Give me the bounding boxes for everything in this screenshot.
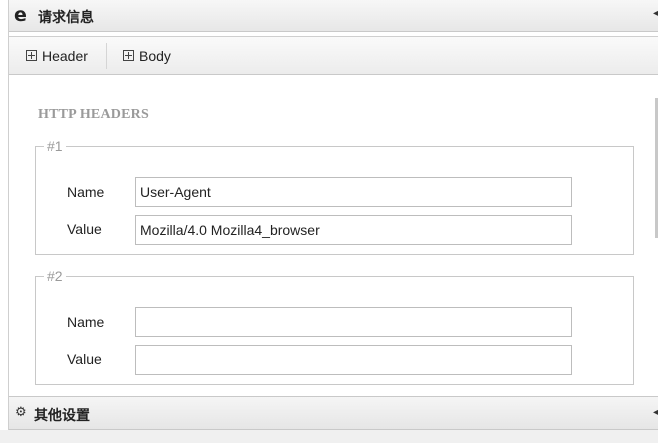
name-label: Name bbox=[67, 314, 105, 330]
header-1-name-input[interactable] bbox=[135, 177, 572, 207]
request-settings-window: e 请求信息 ◂ Header Body HTTP HEADERS #1 Nam… bbox=[0, 0, 658, 443]
tab-header[interactable]: Header bbox=[26, 46, 88, 66]
collapse-arrow-icon[interactable]: ◂ bbox=[653, 407, 658, 418]
tab-header-label: Header bbox=[42, 48, 88, 64]
headers-content: HTTP HEADERS #1 Name Value #2 Name Value bbox=[9, 76, 658, 395]
expand-plus-icon bbox=[26, 50, 37, 61]
header-group-legend: #1 bbox=[47, 138, 63, 154]
name-label: Name bbox=[67, 184, 105, 200]
request-info-panel-header[interactable]: e 请求信息 ◂ bbox=[9, 0, 658, 32]
window-bottom-strip bbox=[0, 430, 658, 443]
header-group-2: #2 Name Value bbox=[35, 268, 634, 385]
tab-body[interactable]: Body bbox=[123, 46, 171, 66]
collapse-arrow-icon[interactable]: ◂ bbox=[653, 8, 658, 19]
header-2-name-input[interactable] bbox=[135, 307, 572, 337]
header-1-value-input[interactable] bbox=[135, 215, 572, 245]
other-settings-panel-header[interactable]: ⚙ 其他设置 ◂ bbox=[9, 396, 658, 430]
gears-icon: ⚙ bbox=[15, 405, 27, 420]
tab-body-label: Body bbox=[139, 48, 171, 64]
value-label: Value bbox=[67, 221, 102, 237]
expand-plus-icon bbox=[123, 50, 134, 61]
header-2-value-input[interactable] bbox=[135, 345, 572, 375]
header-group-1: #1 Name Value bbox=[35, 138, 634, 255]
request-tabs-bar: Header Body bbox=[9, 36, 658, 75]
request-info-title: 请求信息 bbox=[38, 10, 94, 26]
value-label: Value bbox=[67, 351, 102, 367]
tab-divider bbox=[106, 43, 107, 69]
other-settings-title: 其他设置 bbox=[34, 408, 90, 424]
http-headers-title: HTTP HEADERS bbox=[38, 107, 149, 122]
header-group-legend: #2 bbox=[47, 268, 63, 284]
ie-browser-icon: e bbox=[14, 4, 27, 26]
